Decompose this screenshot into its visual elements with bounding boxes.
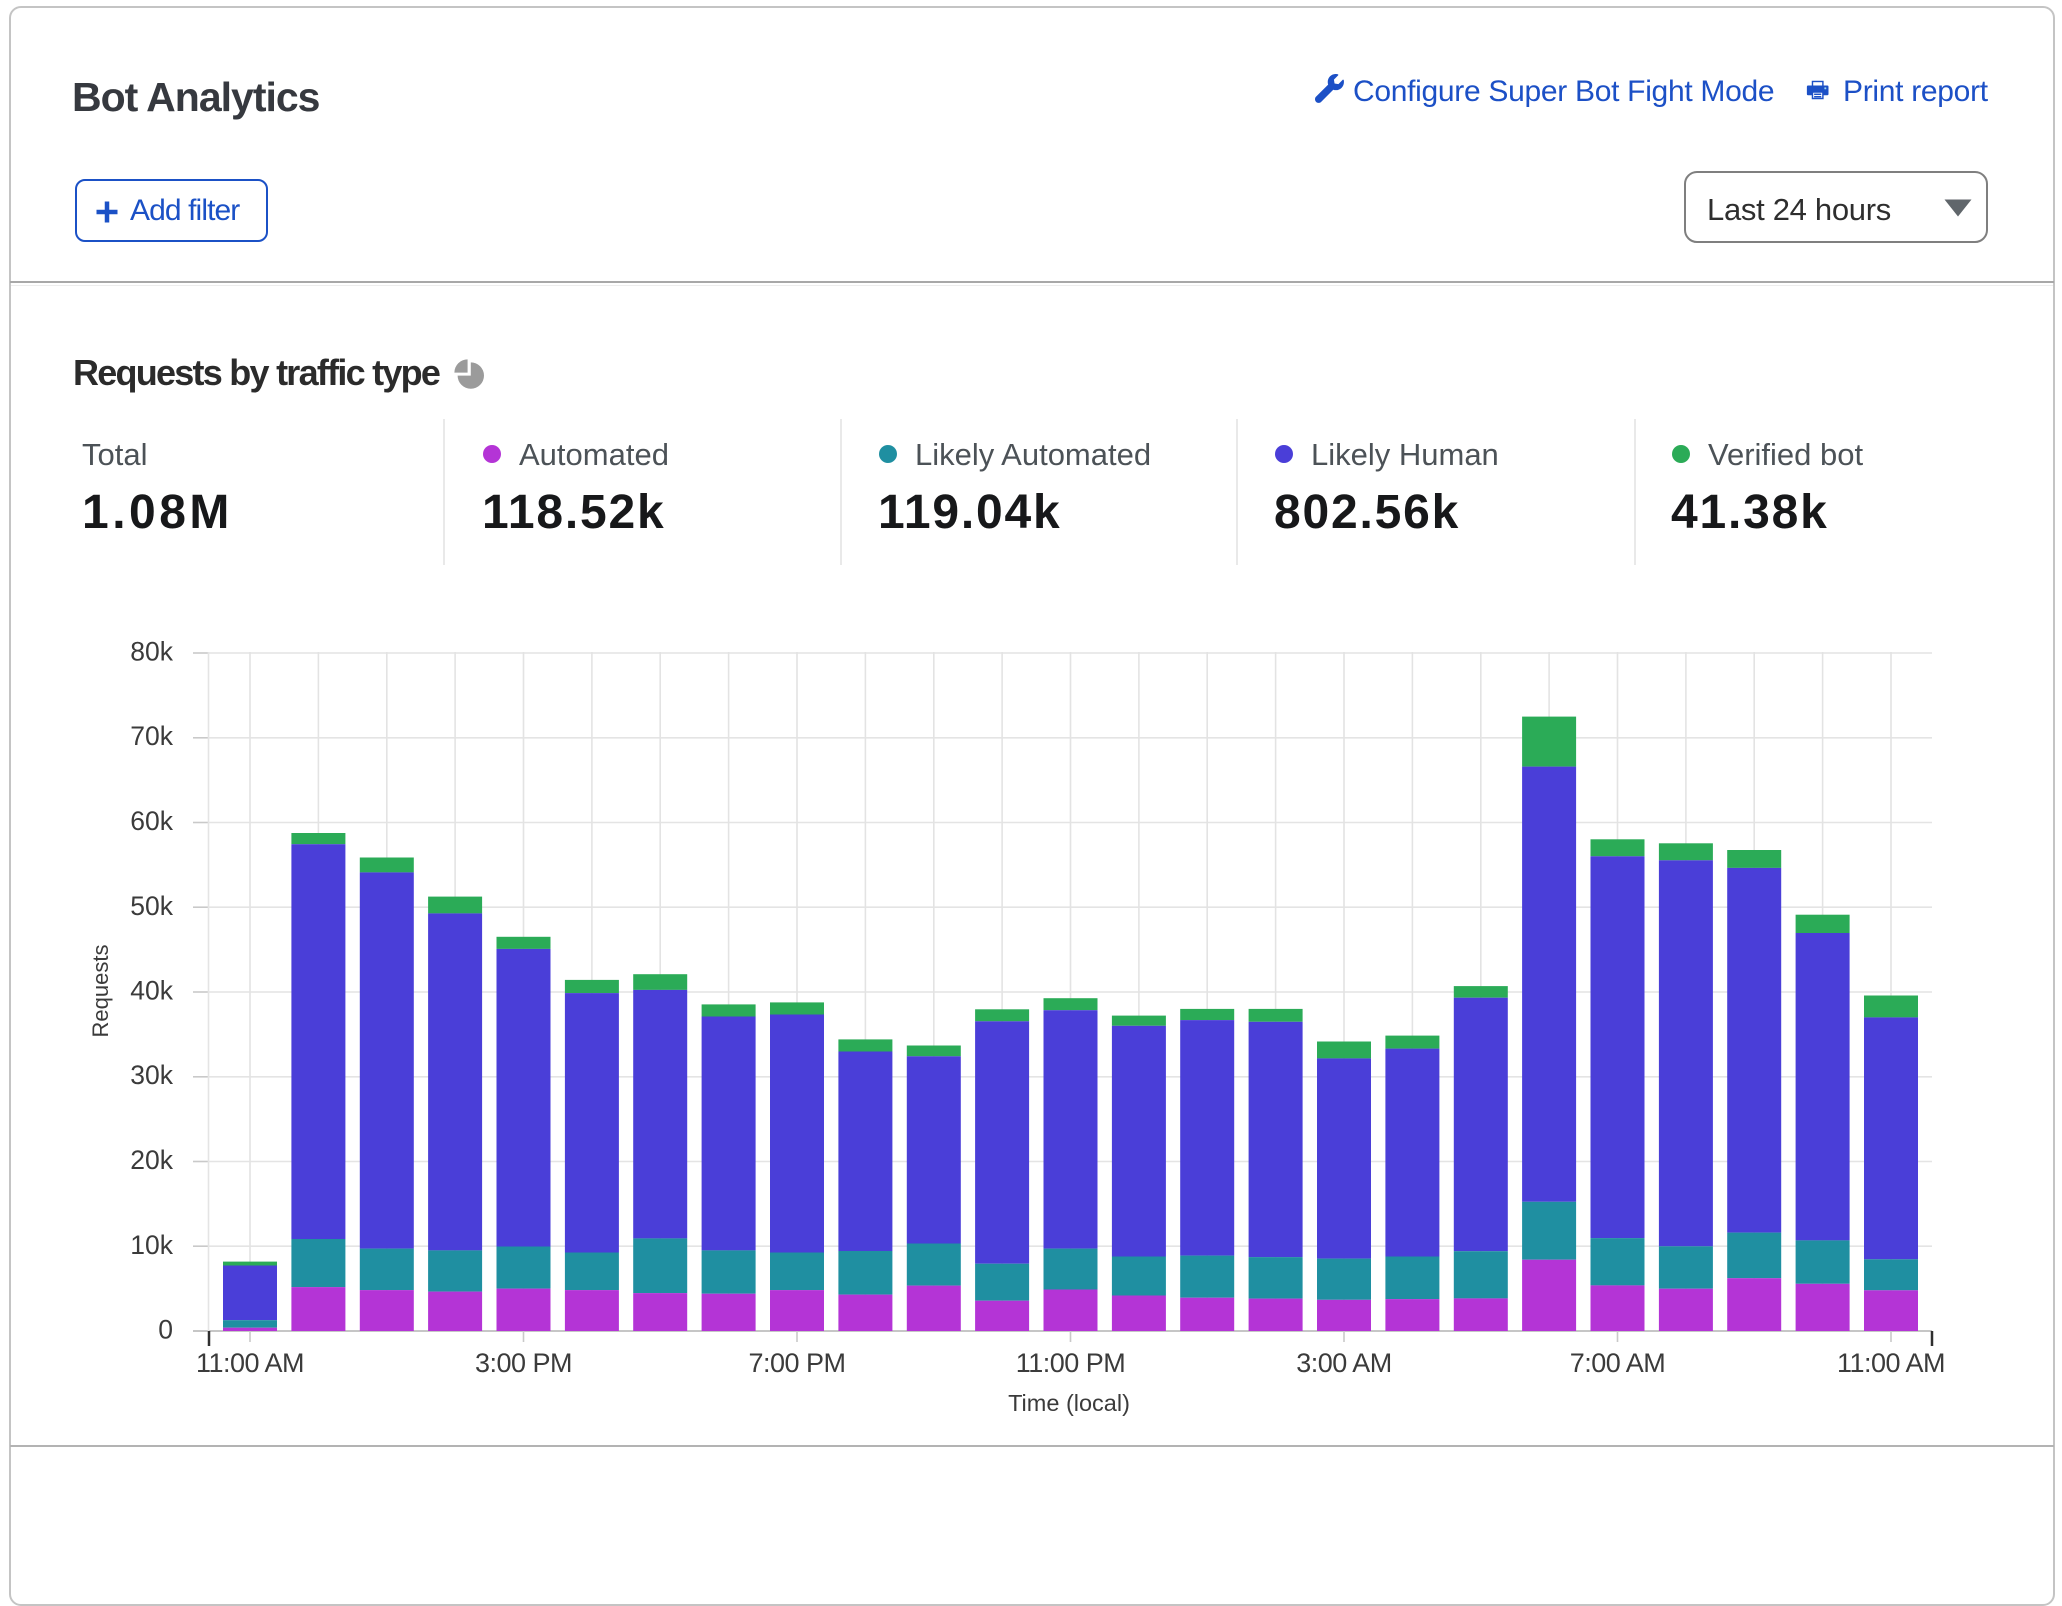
svg-text:40k: 40k: [130, 976, 173, 1006]
svg-text:3:00 AM: 3:00 AM: [1296, 1348, 1392, 1378]
svg-text:Time (local): Time (local): [1008, 1390, 1130, 1416]
svg-text:11:00 PM: 11:00 PM: [1016, 1348, 1126, 1378]
svg-text:20k: 20k: [130, 1145, 173, 1175]
svg-text:80k: 80k: [130, 637, 173, 667]
svg-text:0: 0: [158, 1315, 173, 1345]
svg-text:10k: 10k: [130, 1230, 173, 1260]
svg-text:50k: 50k: [130, 891, 173, 921]
svg-text:Requests: Requests: [88, 945, 113, 1038]
svg-text:7:00 PM: 7:00 PM: [748, 1348, 845, 1378]
svg-text:60k: 60k: [130, 806, 173, 836]
svg-text:7:00 AM: 7:00 AM: [1570, 1348, 1666, 1378]
svg-text:11:00 AM: 11:00 AM: [196, 1348, 304, 1378]
svg-text:30k: 30k: [130, 1060, 173, 1090]
svg-text:3:00 PM: 3:00 PM: [475, 1348, 572, 1378]
svg-text:11:00 AM: 11:00 AM: [1837, 1348, 1945, 1378]
svg-text:70k: 70k: [130, 721, 173, 751]
